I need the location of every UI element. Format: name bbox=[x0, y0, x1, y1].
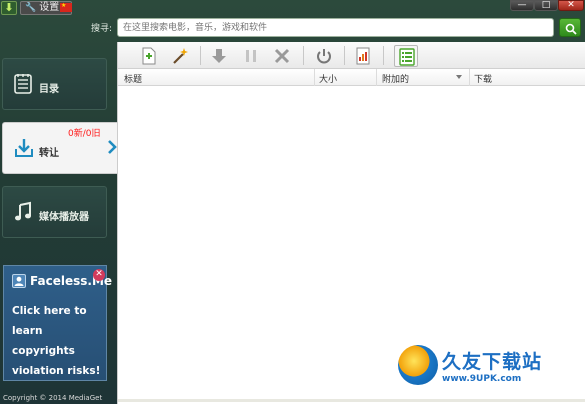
maximize-button[interactable]: □ bbox=[534, 0, 558, 11]
app-window: ⬇ 🔧 设置 ★ — □ ✕ 搜寻: 目录 bbox=[0, 0, 585, 404]
pause-button[interactable] bbox=[239, 45, 263, 67]
site-watermark: 久友下载站 www.9UPK.com bbox=[398, 345, 542, 385]
power-icon bbox=[317, 49, 331, 64]
download-icon bbox=[212, 49, 226, 63]
pause-icon bbox=[246, 50, 256, 62]
close-button[interactable]: ✕ bbox=[558, 0, 584, 11]
delete-button[interactable] bbox=[270, 45, 294, 67]
title-bar: ⬇ 🔧 设置 ★ — □ ✕ bbox=[0, 0, 585, 16]
toolbar-separator bbox=[303, 46, 304, 65]
sidebar-item-label: 媒体播放器 bbox=[39, 212, 89, 223]
search-input[interactable] bbox=[117, 18, 554, 37]
sidebar-item-media-player[interactable]: 媒体播放器 bbox=[2, 186, 107, 238]
settings-label: 设置 bbox=[39, 2, 60, 13]
report-icon bbox=[356, 47, 370, 65]
column-divider bbox=[469, 69, 470, 86]
list-view-icon bbox=[399, 48, 415, 66]
column-divider bbox=[314, 69, 315, 86]
magic-wand-icon bbox=[173, 48, 188, 64]
column-header-download[interactable]: 下载 bbox=[474, 72, 492, 85]
delete-icon bbox=[274, 48, 290, 64]
toolbar-separator bbox=[383, 46, 384, 65]
toolbar-separator bbox=[344, 46, 345, 65]
search-label: 搜寻: bbox=[91, 24, 113, 34]
magic-wand-button[interactable] bbox=[168, 45, 192, 67]
search-button[interactable] bbox=[559, 18, 581, 37]
watermark-title: 久友下载站 bbox=[442, 350, 543, 373]
report-button[interactable] bbox=[351, 45, 375, 67]
column-header-size[interactable]: 大小 bbox=[319, 72, 337, 85]
column-header-added[interactable]: 附加的 bbox=[382, 72, 409, 85]
wrench-icon: 🔧 bbox=[25, 3, 37, 13]
copyright-text: Copyright © 2014 MediaGet bbox=[3, 394, 103, 402]
add-torrent-icon bbox=[142, 47, 156, 65]
sort-descending-icon bbox=[456, 75, 462, 79]
column-divider bbox=[376, 69, 377, 86]
table-header: 标题 大小 附加的 下载 bbox=[118, 69, 585, 86]
watermark-logo-icon bbox=[398, 345, 438, 385]
minimize-button[interactable]: — bbox=[510, 0, 534, 11]
sidebar-item-label: 目录 bbox=[39, 84, 59, 95]
watermark-url: www.9UPK.com bbox=[442, 373, 522, 384]
music-note-icon bbox=[15, 201, 31, 221]
sidebar-item-label: 转让 bbox=[39, 148, 59, 159]
app-logo-icon[interactable]: ⬇ bbox=[1, 1, 17, 15]
toolbar-separator bbox=[200, 46, 201, 65]
status-strip bbox=[118, 399, 585, 402]
sidebar-item-catalog[interactable]: 目录 bbox=[2, 58, 107, 110]
download-button[interactable] bbox=[207, 45, 231, 67]
transfer-count-badge: 0新/0旧 bbox=[68, 129, 101, 139]
watermark-text: 久友下载站 www.9UPK.com bbox=[442, 347, 542, 384]
power-button[interactable] bbox=[312, 45, 336, 67]
ad-text[interactable]: Click here to learn copyrights violation… bbox=[12, 301, 108, 381]
faceless-ad-banner[interactable]: Faceless.Me ✕ Click here to learn copyri… bbox=[3, 265, 112, 381]
catalog-icon bbox=[14, 74, 32, 94]
ad-close-icon[interactable]: ✕ bbox=[93, 269, 105, 281]
language-flag-icon[interactable]: ★ bbox=[60, 3, 72, 12]
add-torrent-button[interactable] bbox=[137, 45, 161, 67]
user-icon bbox=[12, 274, 26, 288]
download-tray-icon bbox=[15, 139, 33, 157]
list-view-button[interactable] bbox=[394, 45, 418, 67]
column-header-title[interactable]: 标题 bbox=[124, 72, 142, 85]
toolbar bbox=[118, 42, 585, 69]
chevron-right-icon bbox=[108, 140, 117, 154]
search-icon bbox=[565, 23, 577, 35]
